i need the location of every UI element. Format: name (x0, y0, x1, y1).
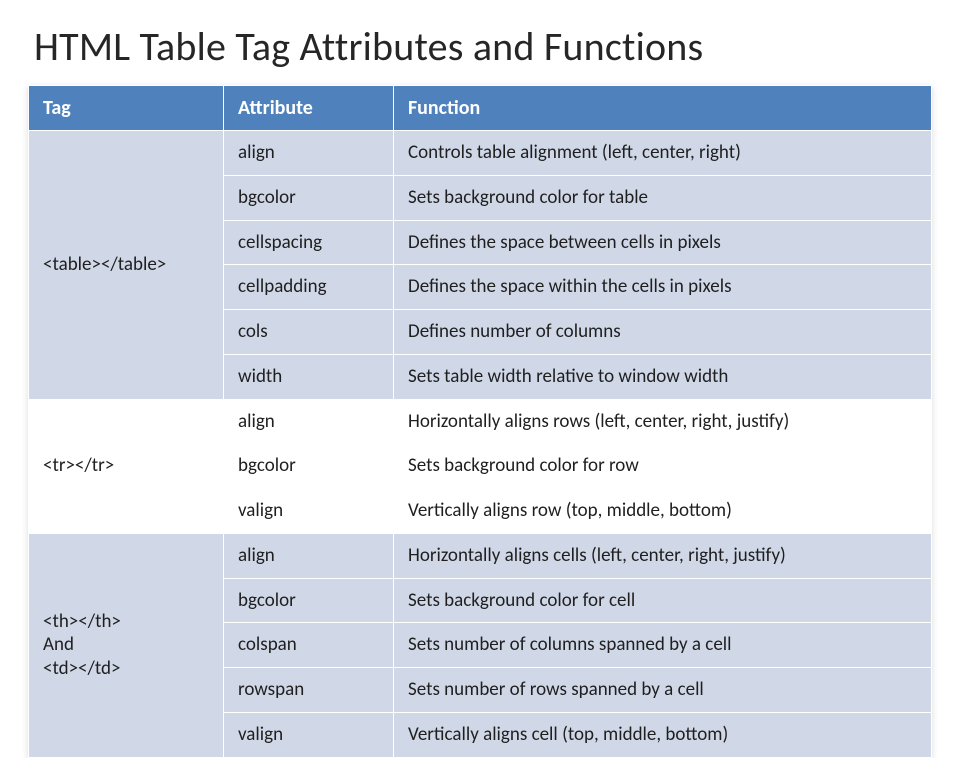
attribute-cell: align (224, 533, 394, 578)
function-cell: Sets background color for cell (394, 578, 932, 623)
attribute-cell: cellspacing (224, 220, 394, 265)
function-cell: Sets table width relative to window widt… (394, 354, 932, 399)
function-cell: Sets number of rows spanned by a cell (394, 668, 932, 713)
table-header-row: Tag Attribute Function (29, 86, 932, 131)
function-cell: Horizontally aligns cells (left, center,… (394, 533, 932, 578)
function-cell: Sets number of columns spanned by a cell (394, 623, 932, 668)
function-cell: Vertically aligns row (top, middle, bott… (394, 489, 932, 534)
tag-cell: <th></th>And<td></td> (29, 533, 224, 757)
function-cell: Sets background color for table (394, 175, 932, 220)
tag-cell: <table></table> (29, 131, 224, 400)
attribute-cell: width (224, 354, 394, 399)
attribute-cell: rowspan (224, 668, 394, 713)
function-cell: Defines the space within the cells in pi… (394, 265, 932, 310)
function-cell: Defines the space between cells in pixel… (394, 220, 932, 265)
function-cell: Vertically aligns cell (top, middle, bot… (394, 712, 932, 757)
attribute-cell: align (224, 399, 394, 444)
col-header-attribute: Attribute (224, 86, 394, 131)
table-row: <tr></tr>alignHorizontally aligns rows (… (29, 399, 932, 444)
attribute-cell: valign (224, 489, 394, 534)
attribute-cell: bgcolor (224, 578, 394, 623)
col-header-function: Function (394, 86, 932, 131)
attribute-cell: bgcolor (224, 444, 394, 489)
table-row: <table></table>alignControls table align… (29, 131, 932, 176)
attribute-cell: colspan (224, 623, 394, 668)
attribute-cell: cols (224, 310, 394, 355)
table-row: <th></th>And<td></td>alignHorizontally a… (29, 533, 932, 578)
function-cell: Horizontally aligns rows (left, center, … (394, 399, 932, 444)
attribute-cell: align (224, 131, 394, 176)
function-cell: Controls table alignment (left, center, … (394, 131, 932, 176)
attributes-table: Tag Attribute Function <table></table>al… (28, 85, 932, 758)
slide: HTML Table Tag Attributes and Functions … (0, 0, 960, 758)
function-cell: Sets background color for row (394, 444, 932, 489)
page-title: HTML Table Tag Attributes and Functions (34, 22, 932, 71)
attribute-cell: cellpadding (224, 265, 394, 310)
function-cell: Defines number of columns (394, 310, 932, 355)
tag-cell: <tr></tr> (29, 399, 224, 533)
attribute-cell: valign (224, 712, 394, 757)
col-header-tag: Tag (29, 86, 224, 131)
attribute-cell: bgcolor (224, 175, 394, 220)
